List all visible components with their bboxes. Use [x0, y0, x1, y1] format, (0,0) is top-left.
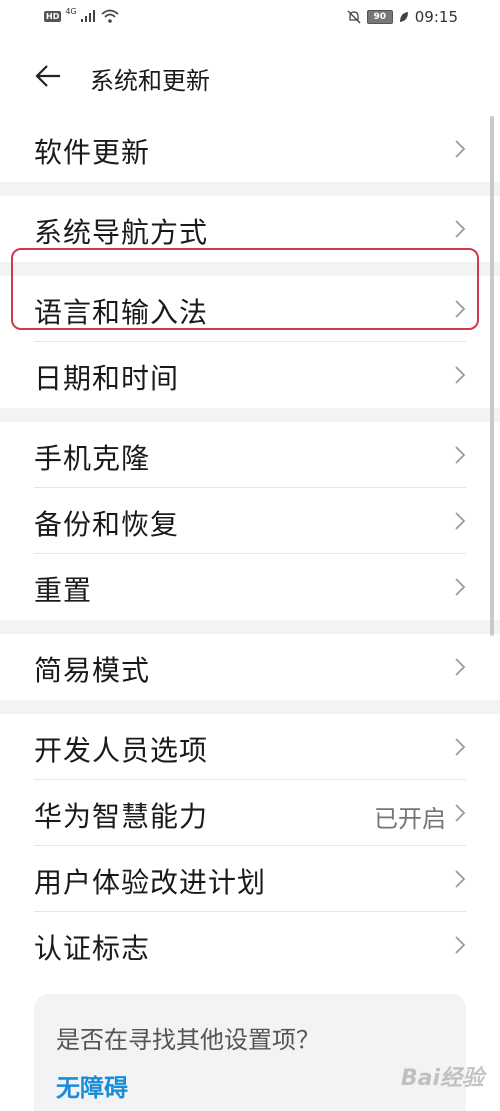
scrollbar[interactable] [490, 116, 494, 636]
settings-item-label: 日期和时间 [34, 362, 180, 395]
group-separator [0, 408, 500, 422]
suggestion-card: 是否在寻找其他设置项？ 无障碍 [34, 994, 466, 1111]
settings-item-system-navigation[interactable]: 系统导航方式 [0, 196, 500, 262]
settings-item-reset[interactable]: 重置 [0, 554, 500, 620]
settings-item-label: 备份和恢复 [34, 508, 180, 541]
page-title: 系统和更新 [90, 67, 210, 95]
chevron-right-icon [455, 738, 466, 756]
suggestion-title: 是否在寻找其他设置项？ [56, 1026, 320, 1054]
bell-off-icon [347, 10, 361, 24]
chevron-right-icon [455, 300, 466, 318]
group-separator [0, 182, 500, 196]
settings-item-simple-mode[interactable]: 简易模式 [0, 634, 500, 700]
settings-item-label: 系统导航方式 [34, 216, 209, 249]
settings-item-label: 语言和输入法 [34, 296, 209, 329]
chevron-right-icon [455, 578, 466, 596]
chevron-right-icon [455, 804, 466, 822]
settings-item-label: 手机克隆 [34, 442, 151, 475]
battery-icon: 90 [366, 10, 393, 24]
settings-item-label: 重置 [34, 574, 93, 607]
settings-item-label: 软件更新 [34, 136, 151, 169]
settings-item-developer-options[interactable]: 开发人员选项 [0, 714, 500, 780]
back-button[interactable] [26, 56, 74, 96]
wifi-icon [101, 9, 119, 23]
status-bar: HD 4G 90 09:15 [0, 0, 500, 36]
settings-item-date-time[interactable]: 日期和时间 [0, 342, 500, 408]
settings-item-label: 简易模式 [34, 654, 151, 687]
settings-item-language-input[interactable]: 语言和输入法 [0, 276, 500, 342]
settings-item-software-update[interactable]: 软件更新 [0, 116, 500, 182]
settings-item-backup-restore[interactable]: 备份和恢复 [0, 488, 500, 554]
settings-item-user-experience-program[interactable]: 用户体验改进计划 [0, 846, 500, 912]
settings-page: HD 4G 90 09:15 系统和更新 软件更新 系统导航方式 语言和输入法 … [0, 0, 500, 1111]
signal-icon [80, 10, 95, 22]
clock: 09:15 [414, 8, 458, 26]
group-separator [0, 620, 500, 634]
chevron-right-icon [455, 658, 466, 676]
accessibility-link[interactable]: 无障碍 [56, 1068, 128, 1103]
settings-item-huawei-ai[interactable]: 华为智慧能力 已开启 [0, 780, 500, 846]
settings-item-label: 认证标志 [34, 932, 151, 965]
chevron-right-icon [455, 140, 466, 158]
chevron-right-icon [455, 220, 466, 238]
chevron-right-icon [455, 446, 466, 464]
group-separator [0, 700, 500, 714]
chevron-right-icon [455, 870, 466, 888]
header: 系统和更新 [0, 44, 500, 108]
leaf-icon [399, 12, 408, 22]
settings-item-phone-clone[interactable]: 手机克隆 [0, 422, 500, 488]
settings-item-label: 华为智慧能力 [34, 800, 209, 833]
group-separator [0, 262, 500, 276]
arrow-left-icon [35, 65, 60, 87]
settings-item-value: 已开启 [374, 805, 446, 833]
settings-item-label: 开发人员选项 [34, 734, 209, 767]
chevron-right-icon [455, 366, 466, 384]
chevron-right-icon [455, 936, 466, 954]
chevron-right-icon [455, 512, 466, 530]
settings-item-label: 用户体验改进计划 [34, 866, 267, 899]
baidu-watermark: Bai经验 [400, 1066, 484, 1091]
hd-badge: HD [44, 10, 62, 22]
status-right: 90 09:15 [347, 8, 458, 26]
status-left: HD 4G [44, 6, 119, 23]
network-type: 4G [65, 6, 77, 16]
settings-item-certification-logos[interactable]: 认证标志 [0, 912, 500, 978]
